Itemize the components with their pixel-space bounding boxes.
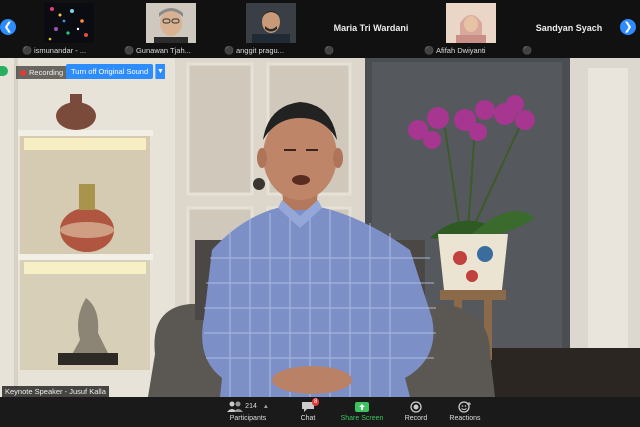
share-screen-icon (355, 401, 369, 412)
participant-name-bar: ⚫ (324, 45, 336, 55)
speaker-video-frame (0, 58, 640, 397)
participant-video (44, 3, 94, 43)
participant-tile[interactable]: Sandyan Syach ⚫ (520, 2, 618, 56)
participant-video (146, 3, 196, 43)
participant-name: Sandyan Syach (535, 23, 603, 33)
participant-name: Afifah Dwiyanti (435, 45, 486, 55)
participants-button[interactable]: 214 ▲ Participants (218, 399, 278, 422)
participant-name: ismunandar - ... (33, 45, 87, 55)
meeting-toolbar: 214 ▲ Participants 8 Chat Share Screen R… (0, 397, 640, 427)
mic-muted-icon: ⚫ (22, 45, 32, 55)
original-sound-button[interactable]: Turn off Original Sound (66, 64, 154, 79)
chevron-right-icon[interactable]: ❯ (620, 19, 636, 35)
participant-tile[interactable]: Maria Tri Wardani ⚫ (322, 2, 420, 56)
participant-name-bar: ⚫ Gunawan Tjah... (124, 45, 191, 55)
participant-tile[interactable]: ⚫ ismunandar - ... (20, 2, 118, 56)
participant-tile[interactable]: ⚫ Gunawan Tjah... (122, 2, 220, 56)
main-speaker-video: Recording Turn off Original Sound ▼ Keyn… (0, 58, 640, 397)
participant-name-bar: ⚫ (522, 45, 534, 55)
share-screen-button[interactable]: Share Screen (332, 399, 392, 422)
mic-muted-icon: ⚫ (424, 45, 434, 55)
participant-count: 214 (245, 403, 257, 410)
participant-name: Gunawan Tjah... (135, 45, 191, 55)
speaker-name-label: Keynote Speaker - Jusuf Kalla (2, 386, 109, 397)
participant-strip: ❮ ⚫ ismunandar - ... ⚫ Gunawan Tjah... ⚫… (0, 0, 640, 58)
reactions-label: Reactions (449, 415, 481, 422)
record-dot-icon (20, 69, 26, 76)
participant-video (246, 3, 296, 43)
participant-tile[interactable]: ⚫ anggit pragu... (222, 2, 320, 56)
reactions-button[interactable]: Reactions (435, 399, 495, 422)
reactions-icon (458, 400, 471, 413)
record-icon (410, 400, 422, 413)
recording-indicator: Recording (16, 66, 68, 79)
participant-name-bar: ⚫ Afifah Dwiyanti (424, 45, 486, 55)
participants-icon (227, 401, 244, 412)
chevron-up-icon[interactable]: ▲ (263, 404, 269, 410)
chevron-left-icon[interactable]: ❮ (0, 19, 16, 35)
mic-muted-icon: ⚫ (224, 45, 234, 55)
mic-muted-icon: ⚫ (522, 45, 532, 55)
chat-label: Chat (300, 415, 316, 422)
mic-muted-icon: ⚫ (324, 45, 334, 55)
participant-name: Maria Tri Wardani (333, 23, 409, 33)
participant-name-bar: ⚫ ismunandar - ... (22, 45, 86, 55)
share-screen-label: Share Screen (340, 415, 384, 422)
participants-label: Participants (229, 415, 267, 422)
participant-name-bar: ⚫ anggit pragu... (224, 45, 284, 55)
participant-name: anggit pragu... (235, 45, 284, 55)
chat-button[interactable]: 8 Chat (278, 398, 338, 422)
participant-tile[interactable]: ⚫ Afifah Dwiyanti (422, 2, 520, 56)
recording-label: Recording (29, 68, 64, 77)
mic-muted-icon: ⚫ (124, 45, 134, 55)
participant-video (446, 3, 496, 43)
chevron-down-icon[interactable]: ▼ (155, 64, 165, 79)
